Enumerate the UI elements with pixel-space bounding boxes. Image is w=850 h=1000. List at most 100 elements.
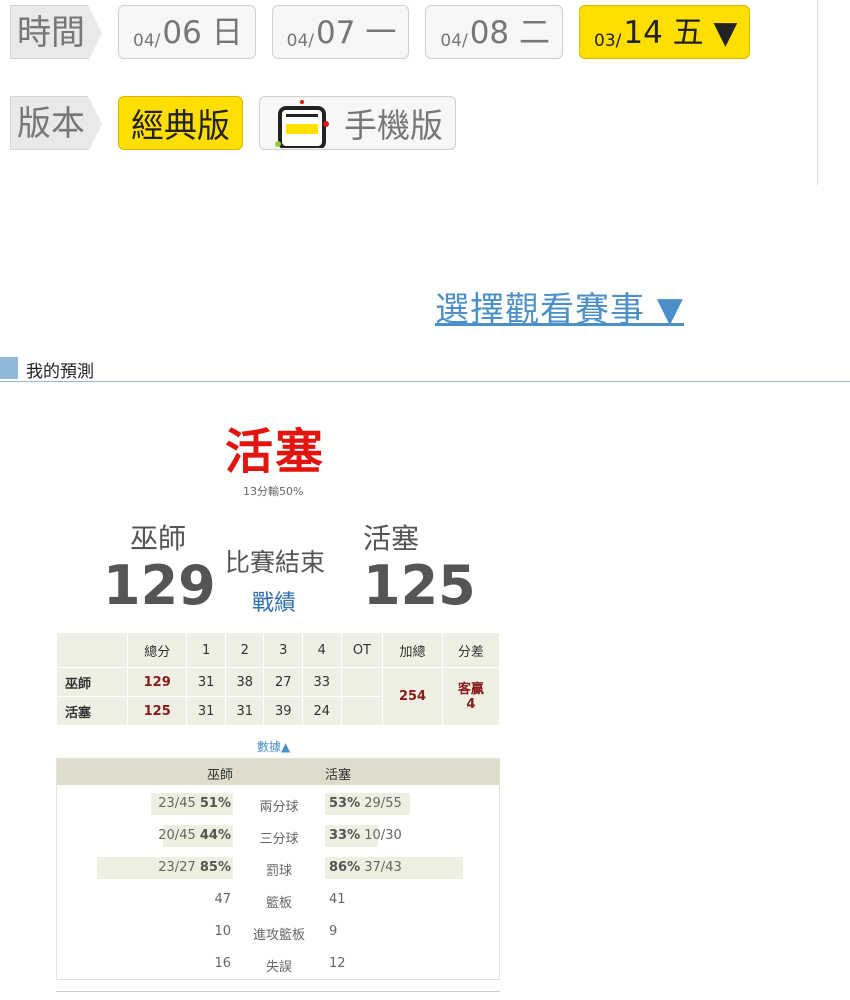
ot-cell [340,696,384,726]
section-title: 我的預測 [26,362,94,382]
header-cell [56,632,128,668]
home-stat-value: 9 [329,924,338,939]
away-stat-pct: 85% [199,860,231,875]
away-team-name: 巫師 [130,522,187,555]
stat-row: 47 41 籃板 [57,889,501,911]
mobile-version-button[interactable]: 手機版 [259,96,456,150]
date-month: 03/ [594,31,622,51]
stat-label: 進攻籃板 [252,928,305,943]
date-month: 04/ [286,31,315,51]
select-game-link[interactable]: 選擇觀看賽事 ▼ [435,282,684,331]
stat-row: 23/45 51% 53% 29/55 兩分球 [57,793,501,815]
home-team-score: 125 [363,554,476,617]
diff-result: 客贏 [457,681,484,697]
away-stat-raw: 23/27 [158,860,196,875]
away-stat-value: 23/45 51% [158,796,231,811]
quarter-cell: 31 [186,667,226,697]
time-label: 時間 [10,5,102,61]
quarter-cell: 27 [263,667,304,697]
date-day: 06 日 [162,15,243,51]
quarter-cell: 31 [224,696,265,726]
box-score-header: 總分 1 2 3 4 OT 加總 分差 [56,632,501,668]
away-stat-pct: 44% [199,828,231,843]
date-month: 04/ [133,31,161,51]
home-stat-pct: 53% [329,796,361,811]
date-button-0408[interactable]: 04/ 08 二 [425,5,564,59]
header-cell: 1 [186,632,226,668]
away-team-score: 129 [103,554,216,617]
stats-toggle-link[interactable]: 數據▲ [257,738,290,755]
version-selector: 版本 經典版 手機版 [10,95,456,152]
phone-icon [272,98,332,150]
away-stat-value: 10 [214,924,231,939]
home-stat-value: 12 [329,956,346,971]
header-cell: OT [340,632,384,668]
home-stat-value: 53% 29/55 [329,796,402,811]
away-stat-pct: 51% [199,796,231,811]
away-stat-value: 23/27 85% [158,860,231,875]
total-cell: 125 [126,696,188,726]
quarter-cell: 38 [224,667,265,697]
quarter-cell: 33 [302,667,342,697]
home-stat-raw: 10/30 [364,828,402,843]
stat-label: 失誤 [265,960,292,975]
ot-cell [340,667,384,697]
team-cell: 活塞 [56,696,128,726]
header-cell: 加總 [382,632,443,668]
header-cell: 總分 [126,632,188,668]
home-stat-raw: 29/55 [364,796,402,811]
box-score-table: 總分 1 2 3 4 OT 加總 分差 巫師 129 31 38 27 33 2… [56,632,501,726]
version-label: 版本 [10,96,102,152]
header-cell: 分差 [441,632,501,668]
stat-label: 罰球 [265,864,292,879]
divider [817,0,818,185]
header-cell: 4 [302,632,342,668]
away-stat-value: 20/45 44% [158,828,231,843]
home-stat-value: 86% 37/43 [329,860,402,875]
date-day: 14 五 ▼ [623,15,738,51]
stat-row: 16 12 失誤 [57,953,501,975]
section-marker [0,357,18,379]
away-stat-raw: 20/45 [158,828,196,843]
home-team-name: 活塞 [363,522,420,555]
time-selector: 時間 04/ 06 日 04/ 07 一 04/ 08 二 03/ 14 五 ▼ [10,4,751,61]
date-dropdown-0314[interactable]: 03/ 14 五 ▼ [579,5,751,59]
stats-panel: 巫師 活塞 23/45 51% 53% 29/55 兩分球 20/45 44% 33% … [56,758,500,980]
stats-home-team: 活塞 [325,768,352,783]
predicted-winner: 活塞 [225,424,326,480]
section-header: 我的預測 [0,355,850,382]
away-stat-raw: 23/45 [158,796,196,811]
stats-header: 巫師 活塞 [57,759,499,785]
team-cell: 巫師 [56,667,128,697]
quarter-cell: 31 [186,696,226,726]
sum-cell: 254 [382,667,443,726]
home-stat-raw: 37/43 [364,860,402,875]
classic-version-button[interactable]: 經典版 [118,96,243,150]
date-button-0407[interactable]: 04/ 07 一 [271,5,410,59]
record-link[interactable]: 戰績 [252,585,296,617]
total-cell: 129 [126,667,188,697]
home-stat-pct: 86% [329,860,361,875]
stat-row: 10 9 進攻籃板 [57,921,501,943]
date-day: 07 一 [316,15,397,51]
game-status: 比賽結束 [225,548,326,577]
home-stat-pct: 33% [329,828,361,843]
diff-points: 4 [466,696,476,712]
home-stat-value: 33% 10/30 [329,828,402,843]
date-button-0406[interactable]: 04/ 06 日 [118,5,256,59]
date-month: 04/ [440,31,468,51]
header-cell: 2 [224,632,265,668]
mobile-version-label: 手機版 [344,106,443,145]
diff-cell: 客贏 4 [441,667,501,726]
home-stat-value: 41 [329,892,346,907]
stats-away-team: 巫師 [207,768,234,783]
bottom-divider [56,991,500,992]
header-cell: 3 [263,632,304,668]
away-stat-value: 47 [214,892,231,907]
stat-row: 23/27 85% 86% 37/43 罰球 [57,857,501,879]
stat-row: 20/45 44% 33% 10/30 三分球 [57,825,501,847]
prediction-note: 13分輸50% [243,485,304,498]
quarter-cell: 39 [263,696,304,726]
stat-label: 三分球 [259,832,299,847]
date-day: 08 二 [469,15,551,51]
